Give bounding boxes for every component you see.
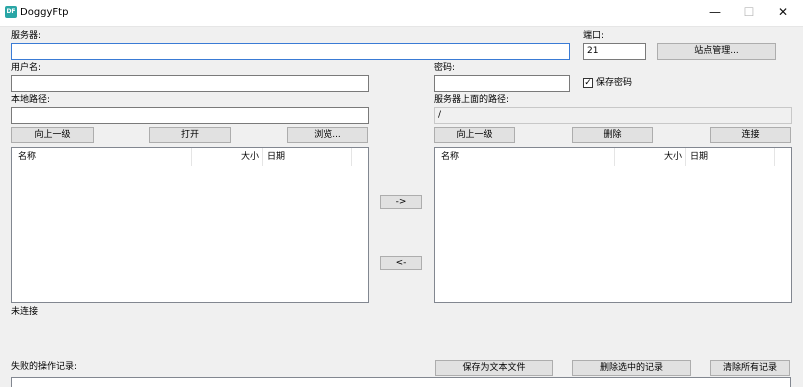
title-bar — [0, 0, 803, 27]
minimize-button[interactable]: — — [700, 2, 730, 22]
open-button[interactable]: 打开 — [149, 127, 231, 143]
app-icon: DF — [5, 6, 17, 18]
remote-up-button[interactable]: 向上一级 — [434, 127, 515, 143]
local-col-size[interactable]: 大小 — [241, 151, 259, 163]
password-input[interactable] — [434, 75, 570, 92]
server-input[interactable] — [11, 43, 570, 60]
local-path-label: 本地路径: — [11, 95, 51, 105]
failed-log-list[interactable] — [11, 377, 791, 387]
download-button[interactable]: <- — [380, 256, 422, 270]
password-label: 密码: — [434, 63, 456, 73]
failed-log-label: 失败的操作记录: — [11, 362, 78, 372]
local-list-header: 名称 大小 日期 — [12, 148, 368, 166]
remote-path-label: 服务器上面的路径: — [434, 95, 510, 105]
port-label: 端口: — [583, 31, 605, 41]
save-as-text-button[interactable]: 保存为文本文件 — [435, 360, 553, 376]
remote-path-input[interactable]: / — [434, 107, 792, 124]
local-up-button[interactable]: 向上一级 — [11, 127, 94, 143]
local-path-input[interactable] — [11, 107, 369, 124]
delete-button[interactable]: 删除 — [572, 127, 653, 143]
connection-status: 未连接 — [11, 307, 39, 317]
upload-button[interactable]: -> — [380, 195, 422, 209]
delete-selected-records-button[interactable]: 删除选中的记录 — [572, 360, 691, 376]
close-button[interactable]: ✕ — [768, 2, 798, 22]
remote-col-date[interactable]: 日期 — [690, 151, 708, 163]
clear-all-records-button[interactable]: 清除所有记录 — [710, 360, 790, 376]
local-col-date[interactable]: 日期 — [267, 151, 285, 163]
save-password-label: 保存密码 — [596, 78, 633, 88]
window-title: DoggyFtp — [20, 7, 69, 18]
save-password-checkbox[interactable]: ✓ — [583, 78, 593, 88]
connect-button[interactable]: 连接 — [710, 127, 791, 143]
remote-col-name[interactable]: 名称 — [441, 151, 459, 163]
local-file-list[interactable]: 名称 大小 日期 — [11, 147, 369, 303]
maximize-button[interactable]: ☐ — [734, 2, 764, 22]
site-manager-button[interactable]: 站点管理... — [657, 43, 776, 60]
local-col-name[interactable]: 名称 — [18, 151, 36, 163]
remote-file-list[interactable]: 名称 大小 日期 — [434, 147, 792, 303]
remote-list-header: 名称 大小 日期 — [435, 148, 791, 166]
username-input[interactable] — [11, 75, 369, 92]
remote-col-size[interactable]: 大小 — [664, 151, 682, 163]
port-input[interactable]: 21 — [583, 43, 646, 60]
browse-button[interactable]: 浏览... — [287, 127, 368, 143]
username-label: 用户名: — [11, 63, 42, 73]
server-label: 服务器: — [11, 31, 42, 41]
